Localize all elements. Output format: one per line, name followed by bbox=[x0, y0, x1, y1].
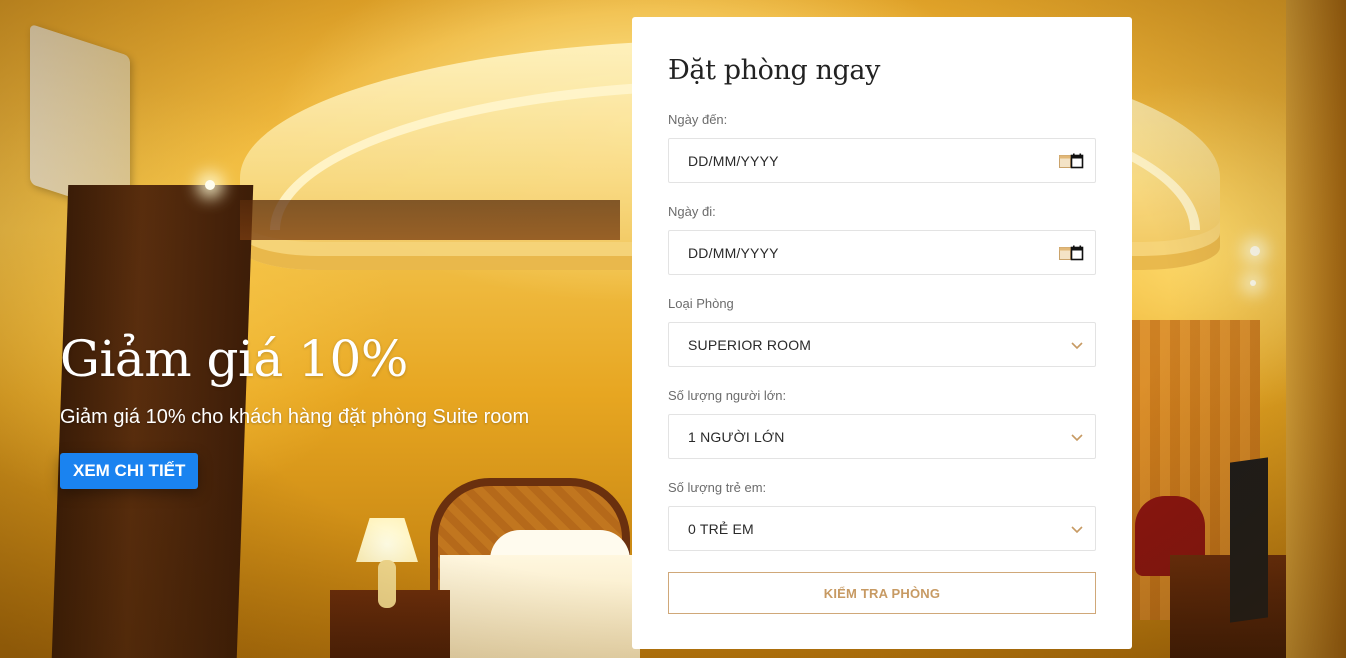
promo-section: Giảm giá 10% Giảm giá 10% cho khách hàng… bbox=[60, 330, 620, 489]
booking-form-card: Đặt phòng ngay Ngày đến: DD/MM/YYYY Ngày… bbox=[632, 17, 1132, 649]
adults-value: 1 NGƯỜI LỚN bbox=[688, 428, 785, 445]
promo-subtitle: Giảm giá 10% cho khách hàng đặt phòng Su… bbox=[60, 406, 530, 428]
chevron-down-icon bbox=[1069, 429, 1085, 445]
check-rooms-button[interactable]: KIỂM TRA PHÒNG bbox=[668, 572, 1096, 614]
arrival-date-value: DD/MM/YYYY bbox=[688, 152, 779, 169]
room-type-select[interactable]: SUPERIOR ROOM bbox=[668, 322, 1096, 367]
booking-title: Đặt phòng ngay bbox=[668, 55, 880, 86]
view-details-button[interactable]: XEM CHI TIẾT bbox=[60, 453, 199, 489]
room-type-label: Loại Phòng bbox=[668, 296, 734, 311]
adults-label: Số lượng người lớn: bbox=[668, 388, 787, 403]
departure-date-value: DD/MM/YYYY bbox=[688, 244, 779, 261]
promo-title: Giảm giá 10% bbox=[60, 330, 408, 388]
chevron-down-icon bbox=[1069, 521, 1085, 537]
children-select[interactable]: 0 TRẺ EM bbox=[668, 506, 1096, 551]
room-type-value: SUPERIOR ROOM bbox=[688, 336, 812, 353]
calendar-icon[interactable] bbox=[1059, 245, 1085, 261]
adults-select[interactable]: 1 NGƯỜI LỚN bbox=[668, 414, 1096, 459]
children-label: Số lượng trẻ em: bbox=[668, 480, 767, 495]
arrival-date-input[interactable]: DD/MM/YYYY bbox=[668, 138, 1096, 183]
departure-date-input[interactable]: DD/MM/YYYY bbox=[668, 230, 1096, 275]
chevron-down-icon bbox=[1069, 337, 1085, 353]
arrival-date-label: Ngày đến: bbox=[668, 112, 728, 127]
calendar-icon[interactable] bbox=[1059, 153, 1085, 169]
children-value: 0 TRẺ EM bbox=[688, 520, 754, 537]
departure-date-label: Ngày đi: bbox=[668, 204, 716, 219]
